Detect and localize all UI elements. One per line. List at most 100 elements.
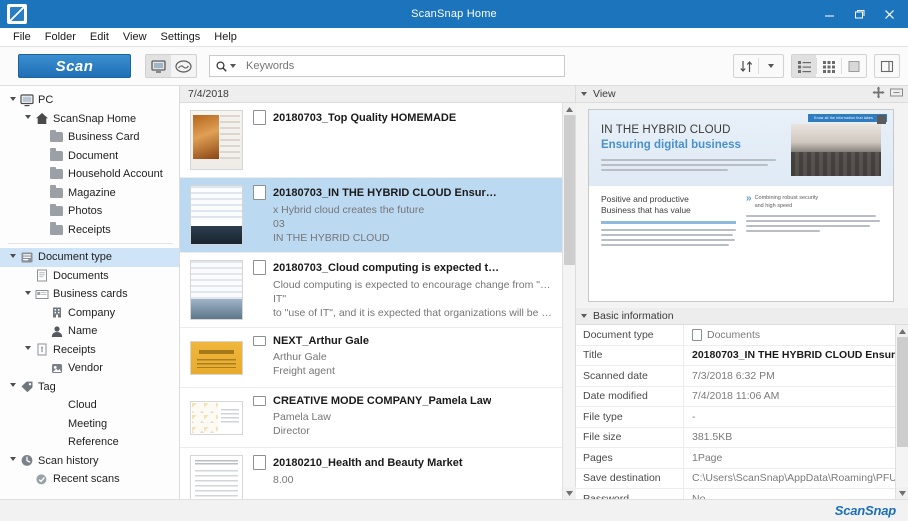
chevron-down-icon[interactable] bbox=[21, 291, 34, 298]
chevron-down-icon[interactable] bbox=[6, 97, 19, 104]
info-value[interactable]: Documents bbox=[684, 329, 895, 341]
sidebar-item-business-cards[interactable]: Business cards bbox=[0, 285, 179, 304]
menu-item-settings[interactable]: Settings bbox=[154, 28, 208, 47]
receipt-icon bbox=[34, 343, 49, 356]
chevron-down-icon[interactable] bbox=[581, 314, 587, 318]
sidebar-item-photos[interactable]: Photos bbox=[0, 202, 179, 221]
sidebar-item-scan-history[interactable]: Scan history bbox=[0, 452, 179, 471]
scroll-down-icon[interactable] bbox=[896, 487, 908, 499]
sidebar-item-label: Documents bbox=[53, 270, 109, 282]
panel-toggle-group bbox=[874, 54, 900, 78]
chevron-down-icon[interactable] bbox=[21, 115, 34, 122]
chevron-down-icon[interactable] bbox=[6, 457, 19, 464]
sidebar-item-name[interactable]: Name bbox=[0, 322, 179, 341]
move-handle-icon[interactable] bbox=[872, 86, 885, 102]
info-value[interactable]: 1Page bbox=[684, 452, 895, 464]
sidebar-item-document[interactable]: Document bbox=[0, 147, 179, 166]
info-row[interactable]: PasswordNo bbox=[576, 489, 895, 499]
sidebar-item-label: Magazine bbox=[68, 187, 116, 199]
basic-information-scrollbar[interactable] bbox=[895, 325, 908, 499]
info-row[interactable]: Pages1Page bbox=[576, 448, 895, 469]
search-input[interactable] bbox=[244, 59, 558, 73]
side-panel-icon[interactable] bbox=[875, 55, 899, 77]
info-value[interactable]: 7/4/2018 11:06 AM bbox=[684, 390, 895, 402]
list-view-icon[interactable] bbox=[792, 55, 816, 77]
info-row[interactable]: Title20180703_IN THE HYBRID CLOUD Ensuri… bbox=[576, 346, 895, 367]
sidebar-item-pc[interactable]: PC bbox=[0, 91, 179, 110]
menu-item-edit[interactable]: Edit bbox=[83, 28, 116, 47]
document-list-row[interactable]: 20180703_IN THE HYBRID CLOUD Ensur…x Hyb… bbox=[180, 178, 562, 253]
sidebar-item-company[interactable]: Company bbox=[0, 304, 179, 323]
scroll-down-icon[interactable] bbox=[563, 487, 576, 499]
scrollbar-thumb[interactable] bbox=[897, 337, 908, 447]
document-list-row[interactable]: 20180210_Health and Beauty Market8.00 bbox=[180, 448, 562, 499]
scan-button[interactable]: Scan bbox=[18, 54, 131, 78]
view-panel-header[interactable]: View bbox=[576, 86, 908, 103]
scrollbar-thumb[interactable] bbox=[564, 115, 575, 265]
thumbnail-view-icon[interactable] bbox=[842, 55, 866, 77]
grid-view-icon[interactable] bbox=[817, 55, 841, 77]
monitor-icon[interactable] bbox=[146, 55, 171, 77]
document-list-row[interactable]: 20180703_Top Quality HOMEMADE bbox=[180, 103, 562, 178]
preview-columns: Positive and productive Business that ha… bbox=[589, 186, 893, 301]
chevron-down-icon[interactable] bbox=[6, 254, 19, 261]
sidebar-item-recent-scans[interactable]: Recent scans bbox=[0, 470, 179, 489]
sidebar-item-label: Scan history bbox=[38, 455, 99, 467]
info-row[interactable]: Document typeDocuments bbox=[576, 325, 895, 346]
scrollbar-track[interactable] bbox=[896, 337, 908, 487]
cloud-icon[interactable] bbox=[171, 55, 196, 77]
info-value[interactable]: C:\Users\ScanSnap\AppData\Roaming\PFU\Sc… bbox=[684, 472, 895, 484]
menu-item-folder[interactable]: Folder bbox=[38, 28, 83, 47]
search-scope-chevron-down-icon[interactable] bbox=[230, 64, 236, 68]
info-row[interactable]: Scanned date7/3/2018 6:32 PM bbox=[576, 366, 895, 387]
restore-icon[interactable] bbox=[844, 2, 874, 26]
menu-item-file[interactable]: File bbox=[6, 28, 38, 47]
scroll-up-icon[interactable] bbox=[896, 325, 908, 337]
basic-information-table[interactable]: Document typeDocumentsTitle20180703_IN T… bbox=[576, 325, 895, 499]
menu-item-view[interactable]: View bbox=[116, 28, 154, 47]
menu-item-help[interactable]: Help bbox=[207, 28, 244, 47]
sidebar-item-scansnap-home[interactable]: ScanSnap Home bbox=[0, 110, 179, 129]
chevron-down-icon[interactable] bbox=[6, 383, 19, 390]
info-row[interactable]: Date modified7/4/2018 11:06 AM bbox=[576, 387, 895, 408]
sidebar-item-magazine[interactable]: Magazine bbox=[0, 184, 179, 203]
navigation-sidebar[interactable]: PCScanSnap HomeBusiness CardDocumentHous… bbox=[0, 86, 180, 499]
sidebar-item-vendor[interactable]: Vendor bbox=[0, 359, 179, 378]
document-icon bbox=[253, 110, 266, 125]
document-preview-area[interactable]: Know all the information that takes IN T… bbox=[576, 103, 908, 308]
sidebar-item-business-card[interactable]: Business Card bbox=[0, 128, 179, 147]
sidebar-item-household-account[interactable]: Household Account bbox=[0, 165, 179, 184]
sort-ascending-icon[interactable] bbox=[734, 55, 758, 77]
scroll-up-icon[interactable] bbox=[563, 103, 576, 115]
info-value[interactable]: 20180703_IN THE HYBRID CLOUD Ensuring di… bbox=[684, 349, 895, 361]
sidebar-item-documents[interactable]: Documents bbox=[0, 267, 179, 286]
document-list-scrollbar[interactable] bbox=[562, 103, 575, 499]
resize-icon[interactable] bbox=[890, 87, 903, 101]
sidebar-item-document-type[interactable]: Document type bbox=[0, 248, 179, 267]
document-list-row[interactable]: NEXT_Arthur GaleArthur GaleFreight agent bbox=[180, 328, 562, 388]
document-list[interactable]: 20180703_Top Quality HOMEMADE20180703_IN… bbox=[180, 103, 562, 499]
sidebar-item-cloud[interactable]: Cloud bbox=[0, 396, 179, 415]
close-icon[interactable] bbox=[874, 2, 904, 26]
sort-options-chevron-down-icon[interactable] bbox=[759, 55, 783, 77]
minimize-icon[interactable] bbox=[814, 2, 844, 26]
info-value[interactable]: - bbox=[684, 411, 895, 423]
basic-information-header[interactable]: Basic information bbox=[576, 308, 908, 325]
search-box[interactable] bbox=[209, 55, 565, 77]
sidebar-item-receipts[interactable]: Receipts bbox=[0, 341, 179, 360]
info-row[interactable]: File type- bbox=[576, 407, 895, 428]
info-value[interactable]: 381.5KB bbox=[684, 431, 895, 443]
sidebar-item-meeting[interactable]: Meeting bbox=[0, 415, 179, 434]
info-row[interactable]: Save destinationC:\Users\ScanSnap\AppDat… bbox=[576, 469, 895, 490]
document-list-row[interactable]: 20180703_Cloud computing is expected t…C… bbox=[180, 253, 562, 328]
document-title: 20180703_IN THE HYBRID CLOUD Ensur… bbox=[273, 187, 497, 199]
info-row[interactable]: File size381.5KB bbox=[576, 428, 895, 449]
chevron-down-icon[interactable] bbox=[21, 346, 34, 353]
sidebar-item-reference[interactable]: Reference bbox=[0, 433, 179, 452]
chevron-down-icon[interactable] bbox=[581, 92, 587, 96]
sidebar-item-tag[interactable]: Tag bbox=[0, 378, 179, 397]
sidebar-item-receipts[interactable]: Receipts bbox=[0, 221, 179, 240]
scrollbar-track[interactable] bbox=[563, 115, 576, 487]
info-value[interactable]: 7/3/2018 6:32 PM bbox=[684, 370, 895, 382]
document-list-row[interactable]: CREATIVE MODE COMPANY_Pamela LawPamela L… bbox=[180, 388, 562, 448]
